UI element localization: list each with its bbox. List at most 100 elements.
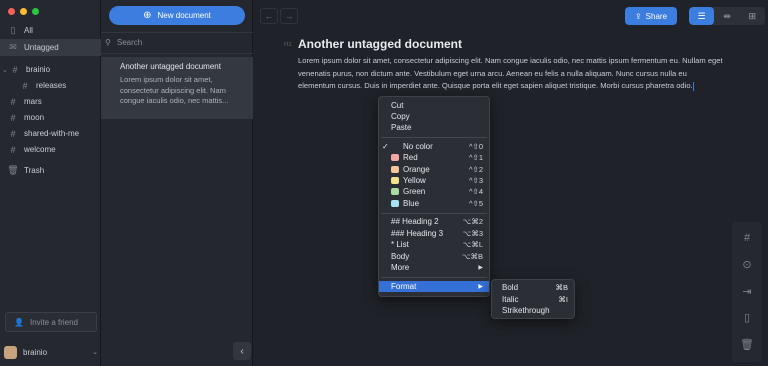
view-toggle: ☰ ⇹ ⊞ xyxy=(689,7,765,25)
invite-label: Invite a friend xyxy=(29,317,78,327)
menu-item-green[interactable]: Green ^⇧4 xyxy=(379,186,489,197)
chevron-right-icon: ▶ xyxy=(478,265,483,271)
window-controls xyxy=(8,8,39,15)
sidebar-item-releases[interactable]: # releases xyxy=(0,77,101,94)
hash-icon: # xyxy=(22,80,28,91)
context-menu: Cut Copy Paste ✓ No color ^⇧0 Red ^⇧1 Or… xyxy=(378,96,490,297)
close-window-button[interactable] xyxy=(8,8,15,15)
sidebar-item-label: All xyxy=(24,26,33,35)
menu-item-no-color[interactable]: ✓ No color ^⇧0 xyxy=(379,141,489,152)
trash-icon: 🗑 xyxy=(7,165,19,175)
new-document-button[interactable]: ⊕ New document xyxy=(109,6,245,25)
red-swatch xyxy=(391,154,399,161)
text-view-button[interactable]: ☰ xyxy=(689,7,715,25)
sidebar-item-label: Trash xyxy=(24,166,45,175)
text-caret xyxy=(692,81,694,91)
menu-label: More xyxy=(391,263,410,272)
shortcut: ^⇧4 xyxy=(469,187,483,196)
trash-icon[interactable]: 🗑 xyxy=(732,332,762,356)
menu-label: Cut xyxy=(391,101,404,110)
share-icon: ⇪ xyxy=(634,11,642,21)
invite-friend-button[interactable]: 👤 Invite a friend xyxy=(5,312,97,332)
menu-label: Red xyxy=(403,153,418,162)
menu-label: * List xyxy=(391,240,409,249)
hash-icon[interactable]: # xyxy=(732,226,762,250)
menu-item-format[interactable]: Format ▶ xyxy=(379,281,489,292)
sidebar-item-label: mars xyxy=(24,97,42,106)
focus-icon[interactable]: ⊙ xyxy=(732,252,762,276)
menu-item-body[interactable]: Body ⌥⌘B xyxy=(379,251,489,262)
collapse-list-button[interactable]: ‹ xyxy=(233,342,251,360)
document-icon: ▯ xyxy=(10,25,16,35)
back-button[interactable]: ← xyxy=(260,8,278,24)
hash-icon: # xyxy=(12,64,18,75)
shortcut: ⌥⌘3 xyxy=(462,229,483,238)
sidebar-item-mars[interactable]: # mars xyxy=(0,93,101,110)
sidebar-item-label: Untagged xyxy=(24,43,59,52)
menu-label: Body xyxy=(391,252,410,261)
menu-label: ## Heading 2 xyxy=(391,217,439,226)
menu-label: Copy xyxy=(391,112,410,121)
sidebar-item-untagged[interactable]: ✉ Untagged xyxy=(0,39,101,56)
user-menu[interactable]: brainio ⌄ xyxy=(4,344,98,360)
menu-label: Orange xyxy=(403,165,430,174)
note-preview: Lorem ipsum dolor sit amet, consectetur … xyxy=(120,75,229,105)
shortcut: ⌥⌘B xyxy=(461,252,483,261)
sidebar-item-brainio[interactable]: ⌄ # brainio xyxy=(0,61,101,78)
list-item[interactable]: Another untagged document Lorem ipsum do… xyxy=(101,57,253,119)
checkmark-icon: ✓ xyxy=(382,142,389,151)
menu-item-yellow[interactable]: Yellow ^⇧3 xyxy=(379,175,489,186)
forward-button[interactable]: → xyxy=(280,8,298,24)
menu-item-heading-3[interactable]: ### Heading 3 ⌥⌘3 xyxy=(379,228,489,239)
sidebar-item-welcome[interactable]: # welcome xyxy=(0,141,101,158)
menu-item-strikethrough[interactable]: Strikethrough xyxy=(492,305,574,316)
menu-item-orange[interactable]: Orange ^⇧2 xyxy=(379,164,489,175)
menu-item-italic[interactable]: Italic ⌘I xyxy=(492,294,574,305)
blue-swatch xyxy=(391,200,399,207)
history-nav: ← → xyxy=(260,8,298,24)
note-title: Another untagged document xyxy=(120,62,221,71)
mindmap-view-button[interactable]: ⊞ xyxy=(740,7,765,25)
menu-label: ### Heading 3 xyxy=(391,229,444,238)
chevron-down-icon: ⌄ xyxy=(92,349,98,356)
divider xyxy=(381,277,487,278)
sidebar-item-moon[interactable]: # moon xyxy=(0,109,101,126)
menu-label: Paste xyxy=(391,123,412,132)
menu-label: No color xyxy=(403,142,433,151)
document-body[interactable]: Lorem ipsum dolor sit amet, consectetur … xyxy=(298,55,723,93)
shortcut: ⌘I xyxy=(558,295,568,304)
user-name: brainio xyxy=(23,347,48,357)
menu-item-more[interactable]: More ▶ xyxy=(379,262,489,273)
menu-label: Green xyxy=(403,187,426,196)
menu-item-red[interactable]: Red ^⇧1 xyxy=(379,152,489,163)
hash-icon: # xyxy=(10,96,16,107)
menu-item-blue[interactable]: Blue ^⇧5 xyxy=(379,198,489,209)
search-input[interactable]: ⚲ Search xyxy=(105,38,142,47)
menu-item-paste[interactable]: Paste xyxy=(379,122,489,133)
share-label: Share xyxy=(645,11,668,21)
menu-label: Strikethrough xyxy=(502,306,550,315)
orange-swatch xyxy=(391,166,399,173)
export-icon[interactable]: ⇥ xyxy=(732,279,762,303)
menu-item-heading-2[interactable]: ## Heading 2 ⌥⌘2 xyxy=(379,216,489,227)
document-title[interactable]: Another untagged document xyxy=(298,37,462,51)
menu-label: Bold xyxy=(502,283,519,292)
shortcut: ⌘B xyxy=(555,283,568,292)
color-swatch xyxy=(391,143,399,150)
menu-label: Blue xyxy=(403,199,420,208)
zoom-window-button[interactable] xyxy=(32,8,39,15)
share-button[interactable]: ⇪ Share xyxy=(625,7,677,25)
sidebar-item-all[interactable]: ▯ All xyxy=(0,22,101,39)
panel-icon[interactable]: ▯ xyxy=(732,305,762,329)
sidebar-item-shared-with-me[interactable]: # shared-with-me xyxy=(0,125,101,142)
menu-item-bold[interactable]: Bold ⌘B xyxy=(492,282,574,293)
menu-item-cut[interactable]: Cut xyxy=(379,100,489,111)
sidebar-item-trash[interactable]: 🗑 Trash xyxy=(0,162,101,179)
split-view-button[interactable]: ⇹ xyxy=(714,7,739,25)
menu-item-list[interactable]: * List ⌥⌘L xyxy=(379,239,489,250)
shortcut: ^⇧3 xyxy=(469,176,483,185)
hash-icon: # xyxy=(10,112,16,123)
menu-item-copy[interactable]: Copy xyxy=(379,111,489,122)
minimize-window-button[interactable] xyxy=(20,8,27,15)
divider xyxy=(381,213,487,214)
